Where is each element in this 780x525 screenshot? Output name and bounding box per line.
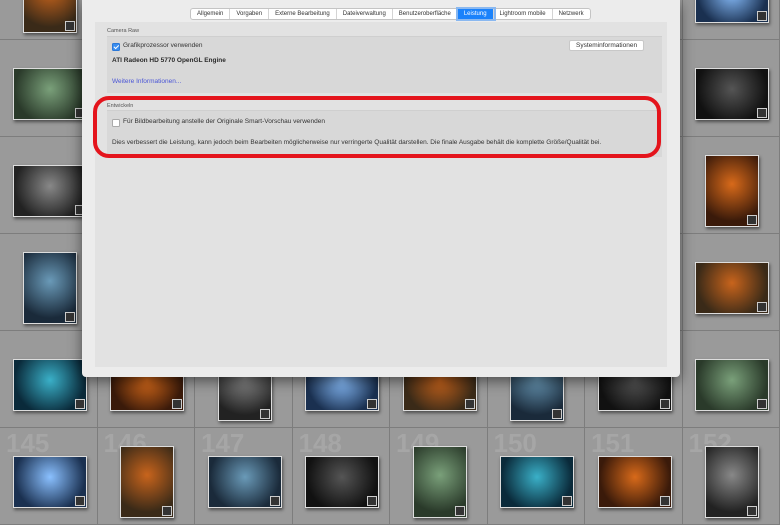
develop-badge-icon	[270, 496, 280, 506]
photo-thumbnail[interactable]	[120, 446, 174, 518]
develop-badge-icon	[455, 506, 465, 516]
develop-badge-icon	[367, 496, 377, 506]
photo-thumbnail[interactable]	[695, 359, 769, 411]
develop-badge-icon	[65, 312, 75, 322]
grid-cell[interactable]	[683, 234, 780, 331]
photo-thumbnail[interactable]	[208, 456, 282, 508]
grid-cell-number: 145	[6, 428, 49, 459]
tab-allgemein[interactable]: Allgemein	[191, 9, 230, 19]
more-info-link[interactable]: Weitere Informationen...	[112, 78, 181, 85]
develop-badge-icon	[747, 506, 757, 516]
develop-badge-icon	[660, 496, 670, 506]
photo-thumbnail[interactable]	[705, 446, 759, 518]
develop-badge-icon	[65, 21, 75, 31]
photo-thumbnail[interactable]	[13, 68, 87, 120]
photo-thumbnail[interactable]	[705, 155, 759, 227]
develop-badge-icon	[260, 409, 270, 419]
tab-externe-bearbeitung[interactable]: Externe Bearbeitung	[269, 9, 337, 19]
photo-thumbnail[interactable]	[13, 165, 87, 217]
develop-badge-icon	[757, 11, 767, 21]
develop-badge-icon	[367, 399, 377, 409]
preferences-dialog: AllgemeinVorgabenExterne BearbeitungDate…	[82, 0, 680, 377]
photo-thumbnail[interactable]	[13, 359, 87, 411]
develop-badge-icon	[757, 399, 767, 409]
grid-cell[interactable]: 149	[390, 428, 488, 525]
photo-thumbnail[interactable]	[23, 0, 77, 33]
grid-cell-number: 147	[201, 428, 244, 459]
tab-benutzeroberfl-che[interactable]: Benutzeroberfläche	[393, 9, 458, 19]
grid-cell[interactable]: 152	[683, 428, 780, 525]
grid-cell[interactable]	[683, 331, 780, 428]
preferences-panel: Camera Raw Grafikprozessor verwenden Sys…	[95, 22, 667, 367]
highlight-annotation	[93, 96, 661, 158]
photo-thumbnail[interactable]	[23, 252, 77, 324]
grid-cell-number: 151	[591, 428, 634, 459]
grid-cell-number: 150	[494, 428, 537, 459]
photo-thumbnail[interactable]	[695, 68, 769, 120]
develop-badge-icon	[757, 302, 767, 312]
grid-cell[interactable]: 145	[0, 428, 98, 525]
grid-cell[interactable]: 150	[488, 428, 586, 525]
photo-thumbnail[interactable]	[598, 456, 672, 508]
develop-badge-icon	[75, 496, 85, 506]
preferences-tabs: AllgemeinVorgabenExterne BearbeitungDate…	[190, 8, 591, 20]
camera-raw-section: Grafikprozessor verwenden Systeminformat…	[107, 36, 662, 93]
develop-badge-icon	[552, 409, 562, 419]
gpu-checkbox[interactable]	[112, 43, 120, 51]
grid-cell[interactable]: 151	[585, 428, 683, 525]
grid-cell[interactable]	[683, 137, 780, 234]
develop-badge-icon	[162, 506, 172, 516]
photo-thumbnail[interactable]	[13, 456, 87, 508]
photo-thumbnail[interactable]	[305, 456, 379, 508]
grid-cell[interactable]: 147	[195, 428, 293, 525]
grid-cell[interactable]: 146	[98, 428, 196, 525]
develop-badge-icon	[747, 215, 757, 225]
system-info-button[interactable]: Systeminformationen	[569, 40, 644, 51]
tab-netzwerk[interactable]: Netzwerk	[553, 9, 590, 19]
photo-thumbnail[interactable]	[500, 456, 574, 508]
grid-cell[interactable]: 148	[293, 428, 391, 525]
grid-cell-number: 148	[299, 428, 342, 459]
develop-badge-icon	[172, 399, 182, 409]
grid-cell[interactable]	[683, 40, 780, 137]
develop-badge-icon	[660, 399, 670, 409]
tab-leistung[interactable]: Leistung	[458, 9, 494, 19]
photo-thumbnail[interactable]	[695, 0, 769, 23]
grid-cell[interactable]	[683, 0, 780, 40]
photo-thumbnail[interactable]	[695, 262, 769, 314]
gpu-name: ATI Radeon HD 5770 OpenGL Engine	[112, 57, 226, 64]
tab-dateiverwaltung[interactable]: Dateiverwaltung	[337, 9, 393, 19]
camera-raw-title: Camera Raw	[107, 28, 139, 34]
tab-lightroom-mobile[interactable]: Lightroom mobile	[494, 9, 553, 19]
develop-badge-icon	[465, 399, 475, 409]
photo-thumbnail[interactable]	[413, 446, 467, 518]
gpu-checkbox-label[interactable]: Grafikprozessor verwenden	[123, 42, 202, 49]
develop-badge-icon	[562, 496, 572, 506]
develop-badge-icon	[757, 108, 767, 118]
tab-vorgaben[interactable]: Vorgaben	[230, 9, 269, 19]
develop-badge-icon	[75, 399, 85, 409]
